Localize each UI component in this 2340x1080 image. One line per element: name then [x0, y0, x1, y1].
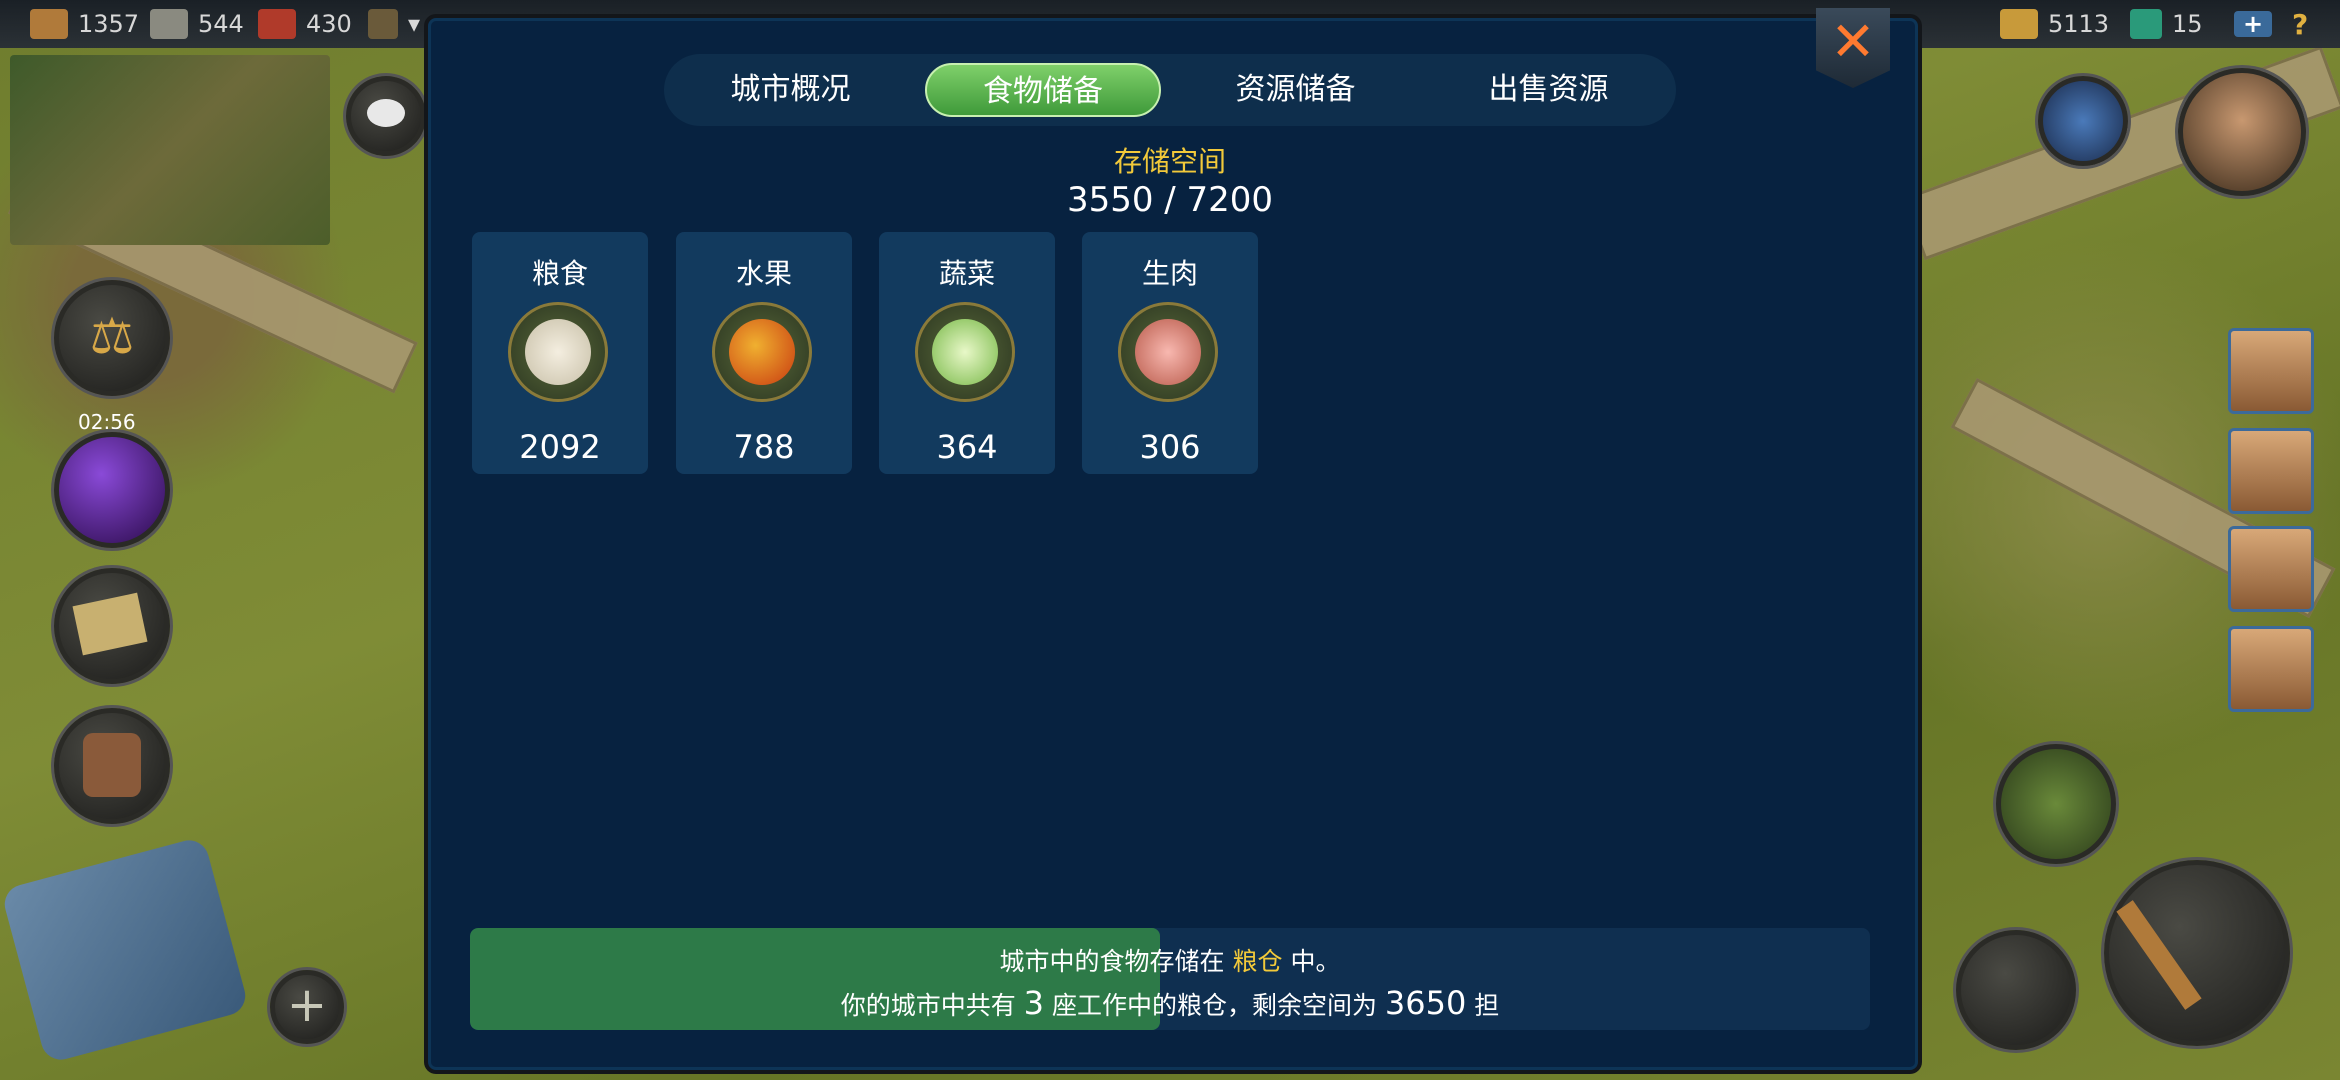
map-button[interactable] [54, 568, 170, 684]
tab-sell-resources[interactable]: 出售资源 [1422, 61, 1675, 119]
gem-count: 15 [2172, 10, 2203, 38]
granary-info-bar: 城市中的食物存储在 粮仓 中。 你的城市中共有 3 座工作中的粮仓，剩余空间为 … [470, 928, 1870, 1030]
granary-count: 3 [1023, 984, 1044, 1022]
backpack-icon [83, 733, 141, 797]
food-card-meat[interactable]: 生肉 306 [1082, 232, 1258, 474]
food-amount: 2092 [519, 428, 601, 466]
gem-icon [2130, 9, 2162, 39]
hammer-icon [2116, 900, 2202, 1010]
terrain-button[interactable] [1996, 744, 2116, 864]
plus-icon: + [286, 977, 328, 1033]
grain-sack-icon [508, 302, 608, 402]
food-amount: 788 [733, 428, 795, 466]
info-line-2: 你的城市中共有 3 座工作中的粮仓，剩余空间为 3650 担 [840, 984, 1500, 1022]
food-name: 水果 [735, 257, 792, 290]
general-portrait-1[interactable] [2228, 328, 2314, 414]
help-button[interactable]: ? [2292, 6, 2308, 42]
map-icon [72, 592, 148, 656]
general-portrait-4[interactable] [2228, 626, 2314, 712]
cabbage-icon [915, 302, 1015, 402]
scales-icon: ⚖ [89, 307, 135, 365]
storage-space-title: 存储空间 [1113, 145, 1226, 178]
chat-icon [367, 99, 405, 127]
food-card-grain[interactable]: 粮食 2092 [472, 232, 648, 474]
backpack-button[interactable] [54, 708, 170, 824]
stone-count: 544 [198, 10, 244, 38]
wood-count: 1357 [78, 10, 140, 38]
gold-bar-icon [2000, 9, 2038, 39]
player-avatar[interactable] [2178, 68, 2306, 196]
close-icon: ✕ [1830, 10, 1876, 73]
scales-button[interactable]: ⚖ [54, 280, 170, 396]
general-portrait-3[interactable] [2228, 526, 2314, 612]
food-card-vegetable[interactable]: 蔬菜 364 [879, 232, 1055, 474]
gold-resource[interactable]: 5113 [2000, 6, 2109, 42]
general-portrait-2[interactable] [2228, 428, 2314, 514]
food-amount: 364 [936, 428, 998, 466]
stone-resource[interactable]: 544 [150, 6, 244, 42]
crate-icon [368, 9, 398, 39]
shovel-button[interactable] [1956, 930, 2076, 1050]
wood-resource[interactable]: 1357 [30, 6, 139, 42]
add-button[interactable]: + [270, 970, 344, 1044]
food-name: 生肉 [1141, 257, 1198, 290]
tab-food-storage[interactable]: 食物储备 [925, 63, 1161, 117]
timer-label: 02:56 [78, 410, 136, 434]
stone-icon [150, 9, 188, 39]
tab-resource-storage[interactable]: 资源储备 [1169, 61, 1422, 119]
tab-city-overview[interactable]: 城市概况 [664, 61, 917, 119]
tab-bar: 城市概况 食物储备 资源储备 出售资源 [664, 54, 1676, 126]
food-card-fruit[interactable]: 水果 788 [676, 232, 852, 474]
hammer-build-button[interactable] [2104, 860, 2290, 1046]
gold-count: 5113 [2048, 10, 2110, 38]
more-resources-button[interactable]: ▾ [368, 6, 420, 42]
remaining-space: 3650 [1384, 984, 1467, 1022]
crown-button[interactable] [2038, 76, 2128, 166]
storage-space-value: 3550 / 7200 [1066, 180, 1274, 220]
food-name: 蔬菜 [938, 257, 995, 290]
info-line-1: 城市中的食物存储在 粮仓 中。 [999, 947, 1341, 976]
add-gems-button[interactable]: + [2234, 10, 2272, 38]
brick-icon [258, 9, 296, 39]
minimap[interactable] [10, 55, 330, 245]
chat-button[interactable] [346, 76, 426, 156]
potion-button[interactable] [54, 432, 170, 548]
wood-icon [30, 9, 68, 39]
apple-icon [712, 302, 812, 402]
food-name: 粮食 [531, 257, 588, 290]
meat-icon [1118, 302, 1218, 402]
food-amount: 306 [1139, 428, 1201, 466]
gem-resource[interactable]: 15 [2130, 6, 2203, 42]
brick-resource[interactable]: 430 [258, 6, 352, 42]
granary-link: 粮仓 [1232, 947, 1283, 976]
chevron-down-icon: ▾ [408, 10, 421, 38]
brick-count: 430 [306, 10, 352, 38]
